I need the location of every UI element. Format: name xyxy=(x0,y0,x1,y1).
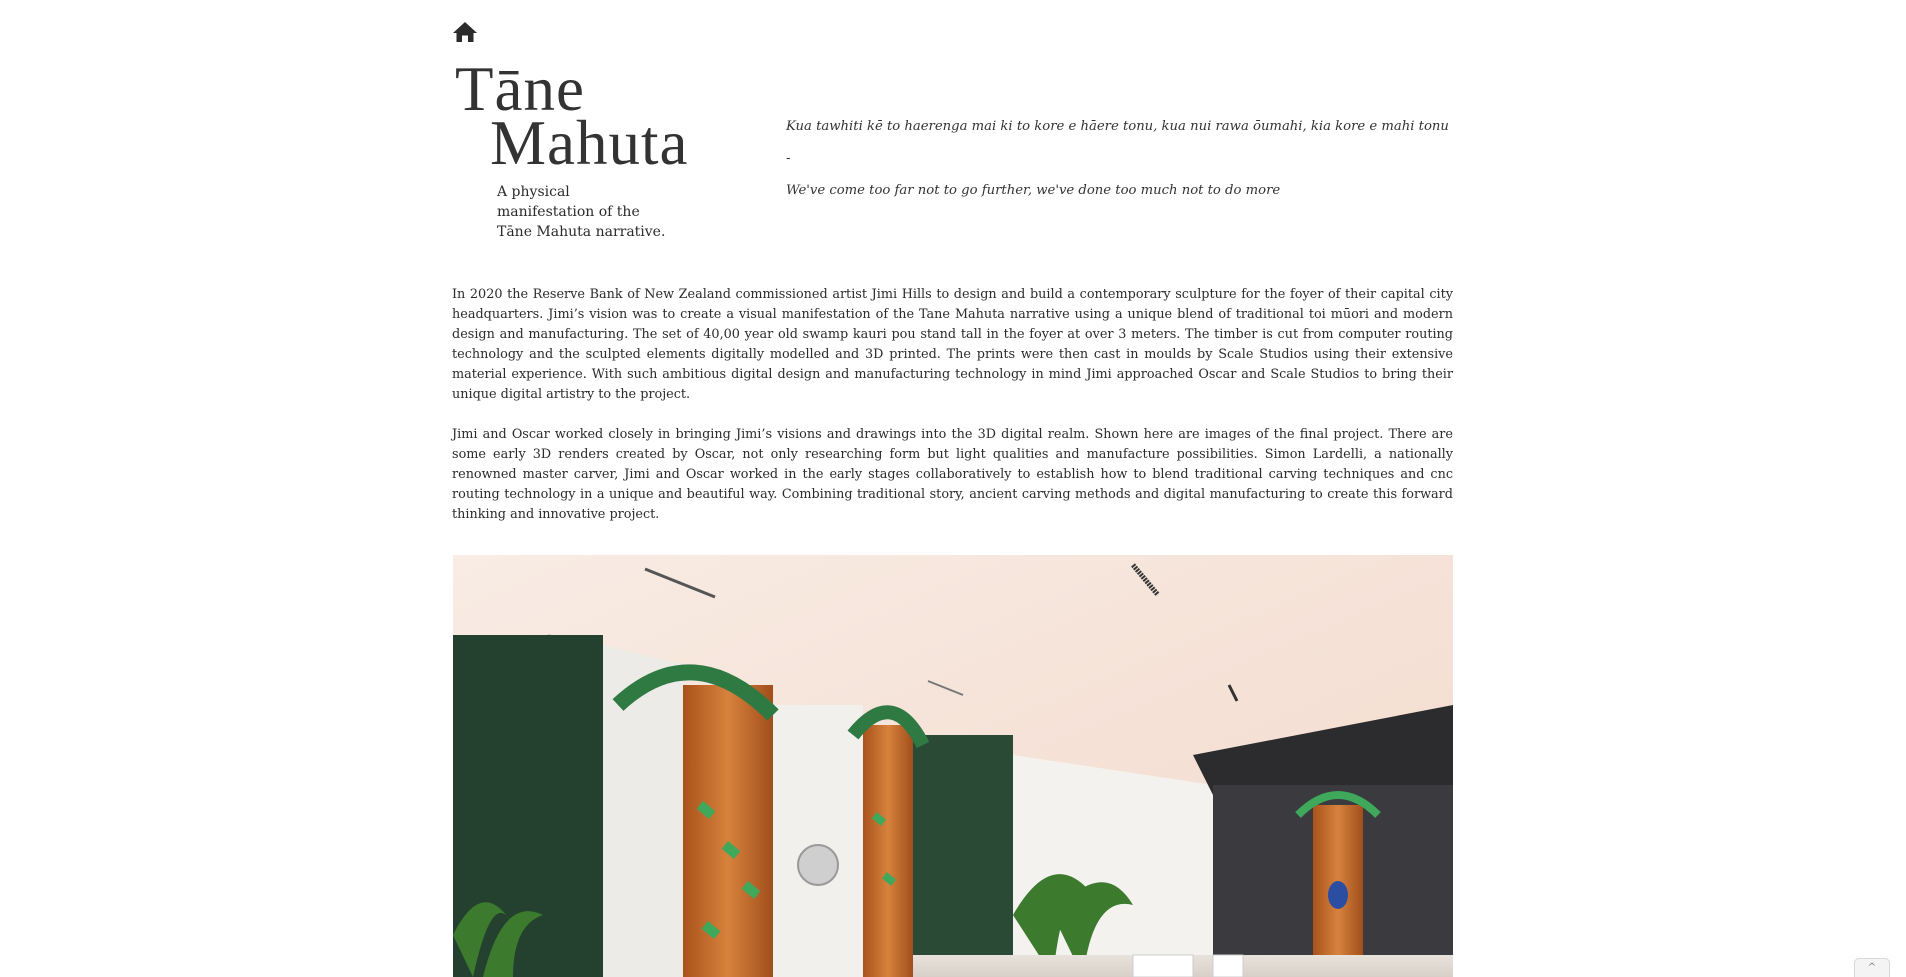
quote-maori: Kua tawhiti kē to haerenga mai ki to kor… xyxy=(786,119,1449,134)
home-icon[interactable] xyxy=(452,20,478,44)
page-subtitle: A physical manifestation of the Tāne Mah… xyxy=(497,184,666,240)
description-paragraph-1: In 2020 the Reserve Bank of New Zealand … xyxy=(452,287,1453,402)
description-paragraph-2: Jimi and Oscar worked closely in bringin… xyxy=(452,427,1453,522)
project-photo xyxy=(453,555,1453,977)
quote-block: Kua tawhiti kē to haerenga mai ki to kor… xyxy=(786,118,1466,214)
scroll-to-top-button[interactable]: ^ xyxy=(1854,958,1890,977)
page-title-line2: Mahuta xyxy=(490,108,689,178)
quote-separator: - xyxy=(786,151,791,166)
page-title: Tāne Mahuta xyxy=(455,58,689,178)
quote-english: We've come too far not to go further, we… xyxy=(786,183,1281,198)
project-description: In 2020 the Reserve Bank of New Zealand … xyxy=(452,285,1453,545)
chevron-up-icon: ^ xyxy=(1867,962,1877,973)
